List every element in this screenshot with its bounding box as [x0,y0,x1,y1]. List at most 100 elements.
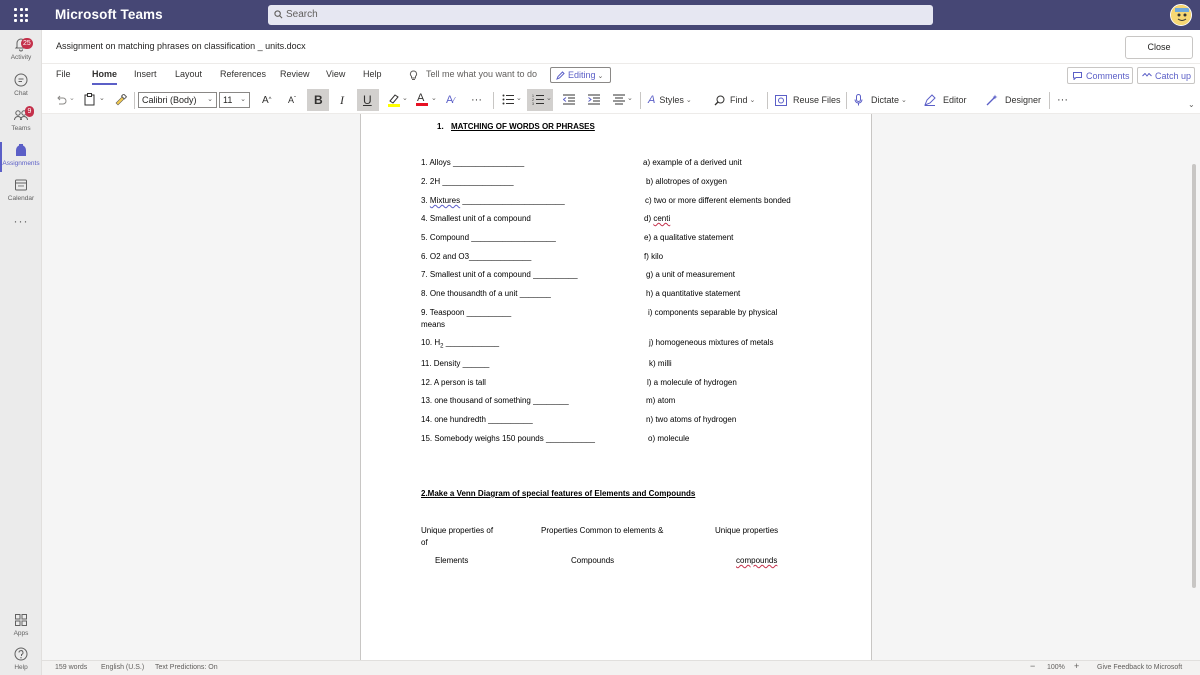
tab-home[interactable]: Home [92,69,118,85]
list-item: 10. H2 ____________ [421,338,499,350]
list-item: 12. A person is tall [421,378,486,387]
venn-column-header-continuation: of [421,538,428,547]
language-status[interactable]: English (U.S.) [101,664,144,671]
list-item: m) atom [646,396,676,405]
tab-file[interactable]: File [56,69,71,79]
list-item: 7. Smallest unit of a compound _________… [421,270,578,279]
list-item: 6. O2 and O3______________ [421,252,532,261]
chevron-down-icon[interactable]: ⌄ [627,94,633,102]
numbering-icon[interactable]: 123 [532,94,544,105]
vertical-scrollbar[interactable] [1192,164,1196,588]
apps-icon [15,614,27,626]
format-painter-icon[interactable] [115,94,127,106]
chevron-down-icon: ⌄ [901,97,907,104]
tab-view[interactable]: View [326,69,345,79]
zoom-level[interactable]: 100% [1047,664,1065,671]
find-label: Find [730,95,748,105]
tab-help[interactable]: Help [363,69,382,79]
document-header: Assignment on matching phrases on classi… [42,30,1200,64]
font-size-select[interactable]: 11 ⌄ [219,92,250,108]
designer-button[interactable]: Designer [986,86,1041,114]
undo-icon[interactable] [55,95,67,105]
document-page[interactable]: 1. MATCHING OF WORDS OR PHRASES 1. Alloy… [360,114,872,660]
list-item: 11. Density ______ [421,359,490,368]
paste-icon[interactable] [84,93,95,106]
zoom-out-icon[interactable]: − [1030,661,1035,671]
word-count[interactable]: 159 words [55,664,87,671]
bold-icon[interactable]: B [314,86,323,114]
rail-label: Chat [14,90,28,97]
top-bar: Microsoft Teams Search [0,0,1200,30]
shrink-font-icon[interactable]: Aˇ [288,86,296,114]
more-options-icon[interactable]: ··· [1057,86,1068,114]
styles-dropdown[interactable]: A Styles ⌄ [648,86,692,114]
teams-badge: 9 [25,106,34,117]
increase-indent-icon[interactable] [588,94,600,105]
decrease-indent-icon[interactable] [563,94,575,105]
editor-label: Editor [943,95,967,105]
search-icon [714,95,725,105]
tab-insert[interactable]: Insert [134,69,157,79]
clear-formatting-icon[interactable]: A ⁄ [446,86,455,114]
venn-column-header: Unique properties of [421,526,494,535]
align-icon[interactable] [613,94,625,105]
grow-font-icon[interactable]: A ^ [262,86,272,114]
font-color-icon[interactable]: A [417,84,424,112]
font-name-value: Calibri (Body) [142,95,197,105]
chevron-down-icon[interactable]: ⌄ [431,94,437,102]
rail-item-assignments[interactable]: Assignments [0,142,42,172]
editing-mode-dropdown[interactable]: Editing ⌄ [550,67,611,83]
search-input[interactable]: Search [268,5,933,25]
catch-up-label: Catch up [1155,71,1192,81]
tab-review[interactable]: Review [280,69,310,79]
font-name-select[interactable]: Calibri (Body) ⌄ [138,92,217,108]
styles-icon: A [648,94,656,106]
chevron-down-icon[interactable]: ⌄ [546,94,552,102]
zoom-in-icon[interactable]: + [1074,661,1079,671]
rail-item-calendar[interactable]: Calendar [0,177,42,202]
designer-icon [986,94,998,106]
avatar[interactable] [1170,4,1192,26]
pencil-icon [556,71,565,80]
catch-up-button[interactable]: Catch up [1137,67,1195,84]
venn-label: compounds [736,556,778,565]
document-title: Assignment on matching phrases on classi… [56,41,306,51]
list-item: k) milli [649,359,672,368]
rail-item-activity[interactable]: Activity 25 [0,36,42,61]
rail-item-chat[interactable]: Chat [0,72,42,97]
styles-label: Styles [659,95,684,105]
comments-button[interactable]: Comments [1067,67,1133,84]
chevron-down-icon[interactable]: ⌄ [69,94,75,102]
tab-layout[interactable]: Layout [175,69,202,79]
editor-button[interactable]: Editor [924,86,967,114]
rail-item-help[interactable]: Help [0,646,42,671]
find-dropdown[interactable]: Find ⌄ [714,86,755,114]
microphone-icon [854,94,863,106]
list-item: 14. one hundredth __________ [421,415,533,424]
reuse-files-label: Reuse Files [793,95,841,105]
text-predictions-status[interactable]: Text Predictions: On [155,664,218,671]
list-item: o) molecule [648,434,690,443]
reuse-files-button[interactable]: Reuse Files [775,86,841,114]
feedback-link[interactable]: Give Feedback to Microsoft [1097,664,1182,671]
more-font-options-icon[interactable]: ··· [471,86,482,114]
dictate-button[interactable]: Dictate ⌄ [854,86,907,114]
chevron-down-icon[interactable]: ⌄ [402,94,408,102]
highlight-icon[interactable] [388,93,400,107]
document-canvas: 1. MATCHING OF WORDS OR PHRASES 1. Alloy… [42,114,1200,660]
chevron-down-icon[interactable]: ⌄ [99,94,105,102]
list-item: i) components separable by physical [648,308,778,317]
bullets-icon[interactable] [502,94,514,105]
rail-item-teams[interactable]: Teams 9 [0,106,42,132]
app-launcher-icon[interactable] [14,8,28,22]
underline-icon[interactable]: U [363,86,372,114]
collapse-ribbon-icon[interactable]: ⌄ [1188,100,1195,109]
rail-item-apps[interactable]: Apps [0,612,42,637]
tell-me-search[interactable]: Tell me what you want to do [426,69,537,79]
more-apps-icon[interactable]: ··· [0,214,42,228]
close-button[interactable]: Close [1125,36,1193,59]
chevron-down-icon: ⌄ [685,97,692,104]
chevron-down-icon[interactable]: ⌄ [516,94,522,102]
italic-icon[interactable]: I [340,86,344,114]
tab-references[interactable]: References [220,69,266,79]
